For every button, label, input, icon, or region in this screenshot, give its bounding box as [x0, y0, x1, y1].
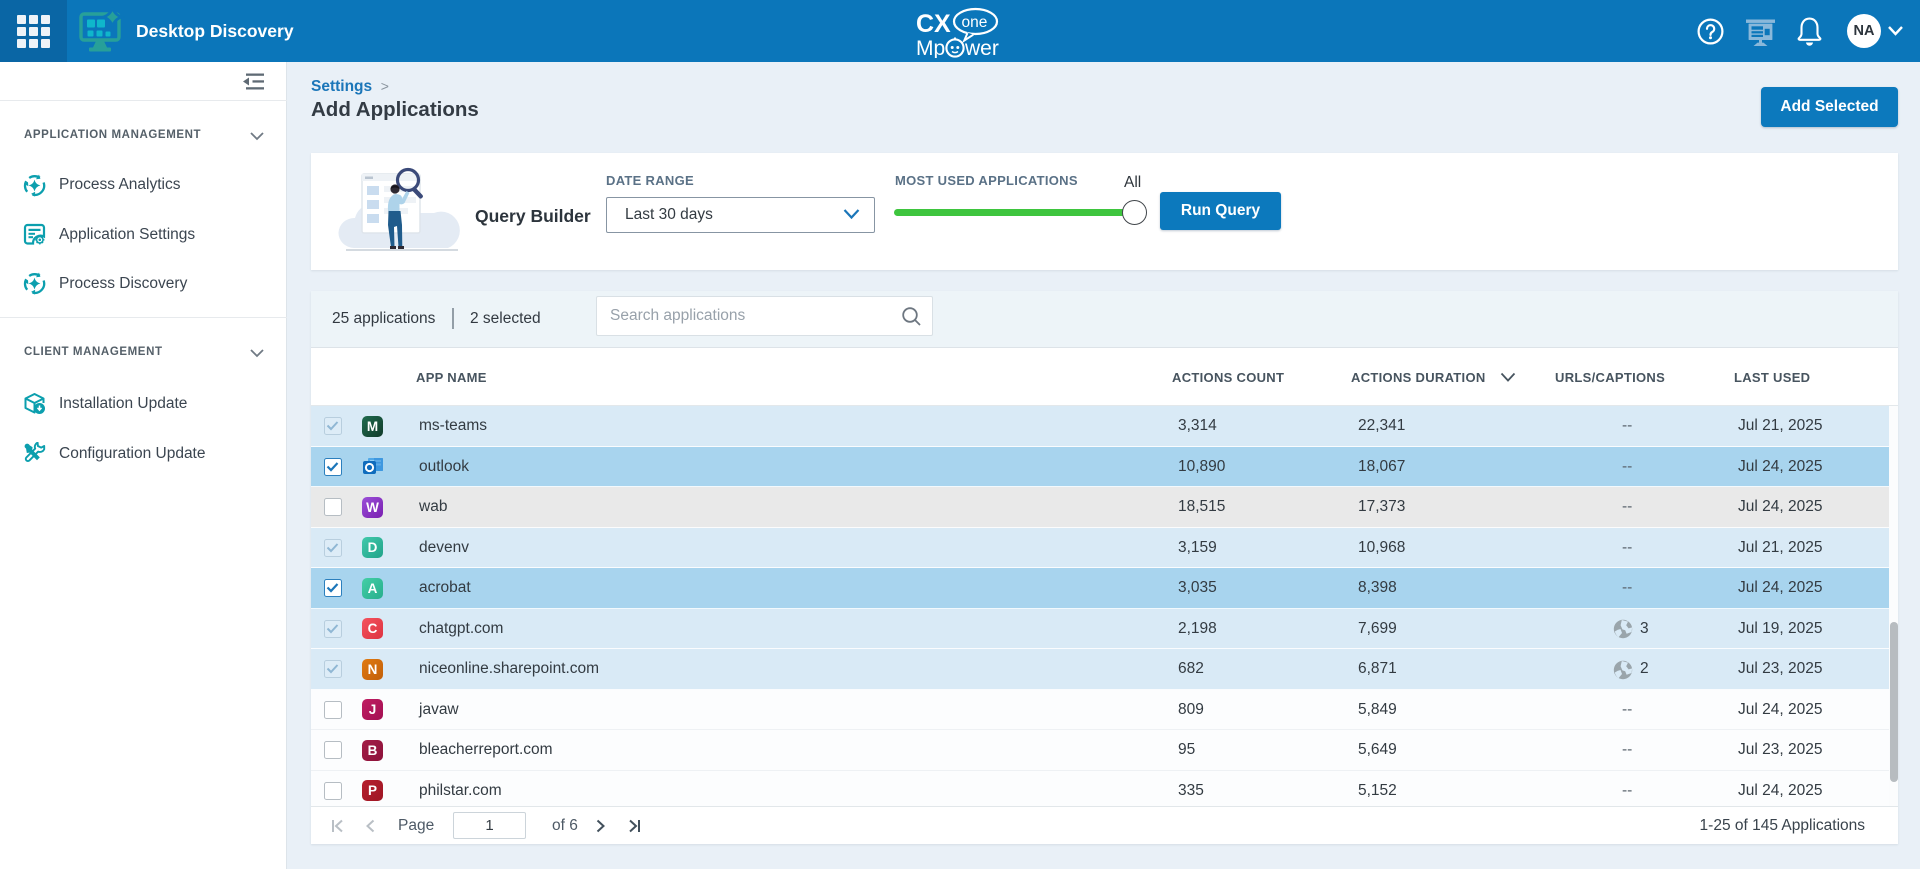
svg-text:CX: CX: [916, 10, 951, 38]
svg-text:one: one: [962, 14, 988, 31]
svg-text:wer: wer: [964, 37, 999, 58]
svg-text:Mp: Mp: [916, 37, 945, 58]
